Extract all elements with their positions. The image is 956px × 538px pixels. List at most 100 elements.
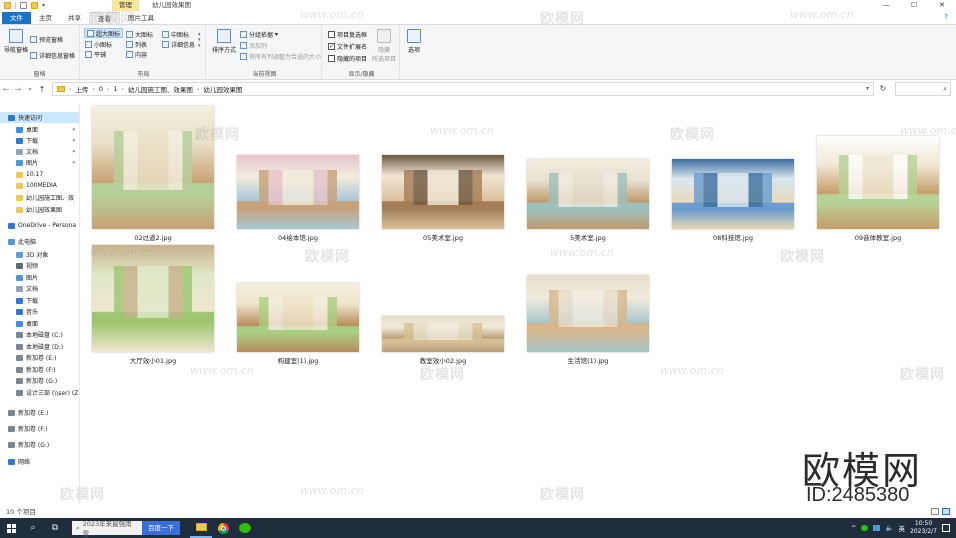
nav-item[interactable]: 下载 [0, 295, 79, 306]
nav-item[interactable]: 新加卷 (G:) [0, 439, 79, 450]
breadcrumb-item[interactable]: 1 [113, 85, 117, 93]
nav-item[interactable]: 快速访问 [0, 112, 79, 123]
image-thumbnail[interactable] [237, 283, 359, 352]
nav-item[interactable]: 桌面 ✦ [0, 124, 79, 135]
address-bar[interactable]: › 上传 › 0 › 1 › 幼儿园施工图、效果图 › 幼儿园效果图 ▾ [52, 82, 874, 96]
sort-by-button[interactable]: 排序方式 [210, 29, 238, 54]
layout-scroll-icon[interactable]: ▴ ▾ ▾ [198, 31, 201, 49]
nav-item[interactable]: 本地磁盘 (C:) [0, 329, 79, 340]
add-column-button[interactable]: 添加列 [240, 40, 267, 50]
file-name[interactable]: 05美术室.jpg [378, 232, 508, 242]
file-name[interactable]: 02过道2.jpg [88, 232, 218, 242]
nav-item[interactable]: 10.17 [0, 169, 79, 180]
nav-item[interactable]: 设计三部 (\\ser) (Z [0, 387, 79, 398]
image-thumbnail[interactable] [817, 136, 939, 229]
input-method-indicator[interactable]: 英 [899, 523, 906, 533]
nav-item[interactable]: 新加卷 (E:) [0, 407, 79, 418]
layout-tiles[interactable]: 平铺 [85, 49, 106, 59]
taskbar-search-input[interactable]: ⌕ 2023年来最强雨雪... [72, 520, 142, 538]
address-history-dropdown-icon[interactable]: ▾ [866, 85, 869, 92]
customize-qat-icon[interactable]: ▾ [42, 2, 45, 9]
layout-content[interactable]: 内容 [126, 49, 147, 59]
image-thumbnail[interactable] [527, 275, 649, 352]
nav-item[interactable]: 文档 [0, 283, 79, 294]
show-hidden-icons-icon[interactable]: ^ [851, 524, 856, 532]
preview-pane-button[interactable]: 预览窗格 [30, 34, 63, 44]
breadcrumb-chevron-icon[interactable]: › [92, 86, 94, 93]
file-extensions-toggle[interactable]: ✓ 文件扩展名 [328, 41, 367, 51]
volume-icon[interactable]: 🔈 [885, 524, 893, 532]
minimize-button[interactable]: — [872, 0, 900, 11]
breadcrumb-item[interactable]: 0 [99, 85, 103, 93]
nav-pane-button[interactable]: 导航窗格 [2, 29, 30, 54]
file-explorer-taskbar-icon[interactable] [190, 518, 212, 538]
nav-item[interactable]: 桌面 [0, 318, 79, 329]
layout-extra-large-icons[interactable]: 超大图标 [84, 28, 124, 38]
nav-item[interactable]: 新加卷 (E:) [0, 352, 79, 363]
search-input[interactable]: ⌕ [895, 82, 951, 96]
wechat-tray-icon[interactable] [861, 525, 869, 531]
back-arrow-icon[interactable]: ← [0, 85, 12, 94]
nav-item[interactable]: 网络 [0, 456, 79, 467]
file-extensions-checkbox[interactable]: ✓ [328, 42, 335, 50]
layout-small-icons[interactable]: 小图标 [85, 39, 112, 49]
notification-center-icon[interactable] [942, 524, 950, 532]
file-name[interactable]: 04绘本馆.jpg [233, 232, 363, 242]
nav-item[interactable]: 图片 ✦ [0, 157, 79, 168]
breadcrumb-chevron-icon[interactable]: › [69, 86, 71, 93]
hidden-items-toggle[interactable]: 隐藏的项目 [328, 53, 367, 63]
nav-item[interactable]: 3D 对象 [0, 249, 79, 260]
breadcrumb-item[interactable]: 幼儿园施工图、效果图 [128, 84, 193, 94]
breadcrumb-chevron-icon[interactable]: › [122, 86, 124, 93]
image-thumbnail[interactable] [92, 245, 214, 352]
image-thumbnail[interactable] [237, 155, 359, 229]
layout-list[interactable]: 列表 [126, 39, 147, 49]
details-pane-button[interactable]: 详细信息窗格 [30, 50, 75, 60]
help-icon[interactable]: ? [944, 13, 948, 21]
tab-share[interactable]: 共享 [60, 12, 89, 24]
new-folder-icon[interactable] [31, 2, 38, 9]
fit-columns-button[interactable]: 将所有列调整为合适的大小 [240, 51, 321, 61]
nav-item[interactable]: 新加卷 (F:) [0, 364, 79, 375]
tab-file[interactable]: 文件 [2, 12, 31, 24]
nav-item[interactable]: 幼儿园效果图 [0, 204, 79, 215]
nav-item[interactable]: 文档 ✦ [0, 146, 79, 157]
recent-locations-icon[interactable]: ▾ [24, 86, 36, 93]
image-thumbnail[interactable] [382, 155, 504, 229]
nav-item[interactable]: 音乐 [0, 306, 79, 317]
breadcrumb-item[interactable]: 幼儿园效果图 [203, 84, 242, 94]
nav-item[interactable]: 此电脑 [0, 236, 79, 247]
options-button[interactable]: 选项 [402, 29, 426, 54]
nav-item[interactable]: 新加卷 (G:) [0, 375, 79, 386]
up-arrow-icon[interactable]: ↑ [36, 85, 48, 94]
properties-icon[interactable] [20, 2, 27, 9]
file-name[interactable]: 5美术室.jpg [523, 232, 653, 242]
chrome-taskbar-icon[interactable] [212, 518, 234, 538]
close-button[interactable]: ✕ [928, 0, 956, 11]
breadcrumb-chevron-icon[interactable]: › [197, 86, 199, 93]
layout-medium-icons[interactable]: 中图标 [162, 29, 189, 39]
task-view-icon[interactable]: ⧉ [44, 518, 66, 538]
item-checkboxes-checkbox[interactable] [328, 30, 335, 38]
nav-item[interactable]: 本地磁盘 (D:) [0, 341, 79, 352]
image-thumbnail[interactable] [382, 316, 504, 352]
nav-item[interactable]: 下载 ✦ [0, 135, 79, 146]
maximize-button[interactable]: ☐ [900, 0, 928, 11]
nav-item[interactable]: 图片 [0, 272, 79, 283]
search-icon[interactable]: ⌕ [22, 518, 44, 538]
hidden-items-checkbox[interactable] [328, 54, 335, 62]
forward-arrow-icon[interactable]: → [12, 85, 24, 94]
hide-selected-button[interactable]: 隐藏 所选项目 [370, 29, 398, 63]
large-icons-view-toggle-icon[interactable] [942, 508, 950, 515]
image-thumbnail[interactable] [672, 159, 794, 229]
group-by-button[interactable]: 分组依据 ▾ [240, 29, 278, 39]
breadcrumb-chevron-icon[interactable]: › [107, 86, 109, 93]
network-tray-icon[interactable] [873, 525, 881, 531]
nav-item[interactable]: 视频 [0, 260, 79, 271]
layout-large-icons[interactable]: 大图标 [126, 29, 153, 39]
tab-home[interactable]: 主页 [31, 12, 60, 24]
nav-item[interactable]: 新加卷 (F:) [0, 423, 79, 434]
taskbar-search-button[interactable]: 百度一下 [142, 521, 180, 535]
clock[interactable]: 10:50 2023/2/7 [910, 520, 937, 536]
layout-details[interactable]: 详细信息 [162, 39, 195, 49]
